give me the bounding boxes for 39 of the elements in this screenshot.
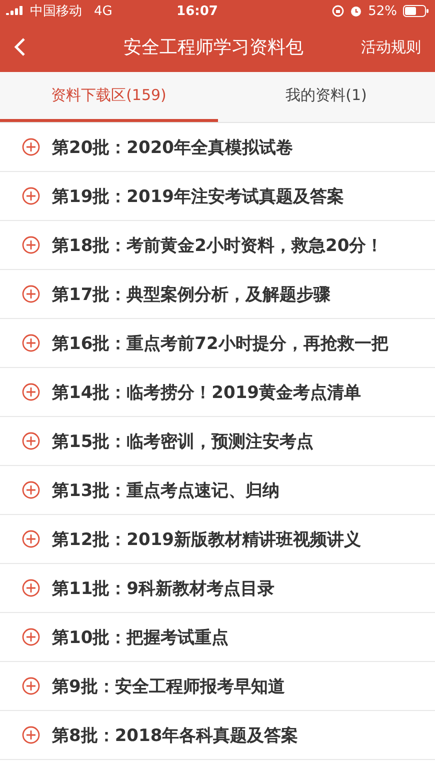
batch-item[interactable]: 第12批：2019新版教材精讲班视频讲义 (52, 528, 361, 550)
plus-circle-icon (22, 236, 40, 254)
batch-item[interactable]: 第14批：临考捞分！2019黄金考点清单 (52, 380, 361, 404)
batch-item[interactable]: 第15批：临考密训，预测注安考点 (52, 430, 314, 452)
plus-circle-icon (22, 726, 40, 744)
batch-item[interactable]: 第8批：2018年各科真题及答案 (52, 724, 298, 746)
batch-item[interactable]: 第10批：把握考试重点 (52, 626, 229, 648)
batch-item[interactable]: 第9批：安全工程师报考早知道 (52, 674, 285, 698)
plus-circle-icon (22, 187, 40, 205)
plus-circle-icon (22, 383, 40, 401)
plus-circle-icon (22, 579, 40, 597)
batch-item[interactable]: 第17批：典型案例分析，及解题步骤 (52, 282, 331, 306)
network-type: 4G (94, 4, 112, 18)
plus-circle-icon (22, 677, 40, 695)
batch-item[interactable]: 第13批：重点考点速记、归纳 (52, 478, 280, 502)
plus-circle-icon (22, 285, 40, 303)
plus-circle-icon (22, 138, 40, 156)
battery-percent: 52% (368, 4, 397, 18)
plus-circle-icon (22, 628, 40, 646)
plus-circle-icon (22, 432, 40, 450)
back-icon[interactable] (14, 37, 26, 57)
batch-item[interactable]: 第19批：2019年注安考试真题及答案 (52, 184, 344, 208)
batch-item[interactable]: 第11批：9科新教材考点目录 (52, 576, 274, 600)
batch-item[interactable]: 第18批：考前黄金2小时资料，救急20分！ (52, 234, 384, 256)
rules-link[interactable]: 活动规则 (361, 38, 421, 56)
signal-icon (6, 6, 24, 16)
plus-circle-icon (22, 530, 40, 548)
tab[interactable]: 我的资料(1) (218, 72, 435, 122)
rotation-lock-icon (332, 5, 344, 17)
alarm-icon (350, 5, 362, 17)
battery-icon (403, 5, 429, 17)
page-title: 安全工程师学习资料包 (122, 36, 304, 59)
plus-circle-icon (22, 481, 40, 499)
batch-item[interactable]: 第16批：重点考前72小时提分，再抢救一把 (52, 332, 388, 354)
tab[interactable]: 资料下载区(159) (0, 72, 218, 122)
plus-circle-icon (22, 334, 40, 352)
carrier-name: 中国移动 (30, 3, 82, 20)
clock-time: 16:07 (176, 4, 218, 18)
batch-item[interactable]: 第20批：2020年全真模拟试卷 (52, 136, 293, 158)
